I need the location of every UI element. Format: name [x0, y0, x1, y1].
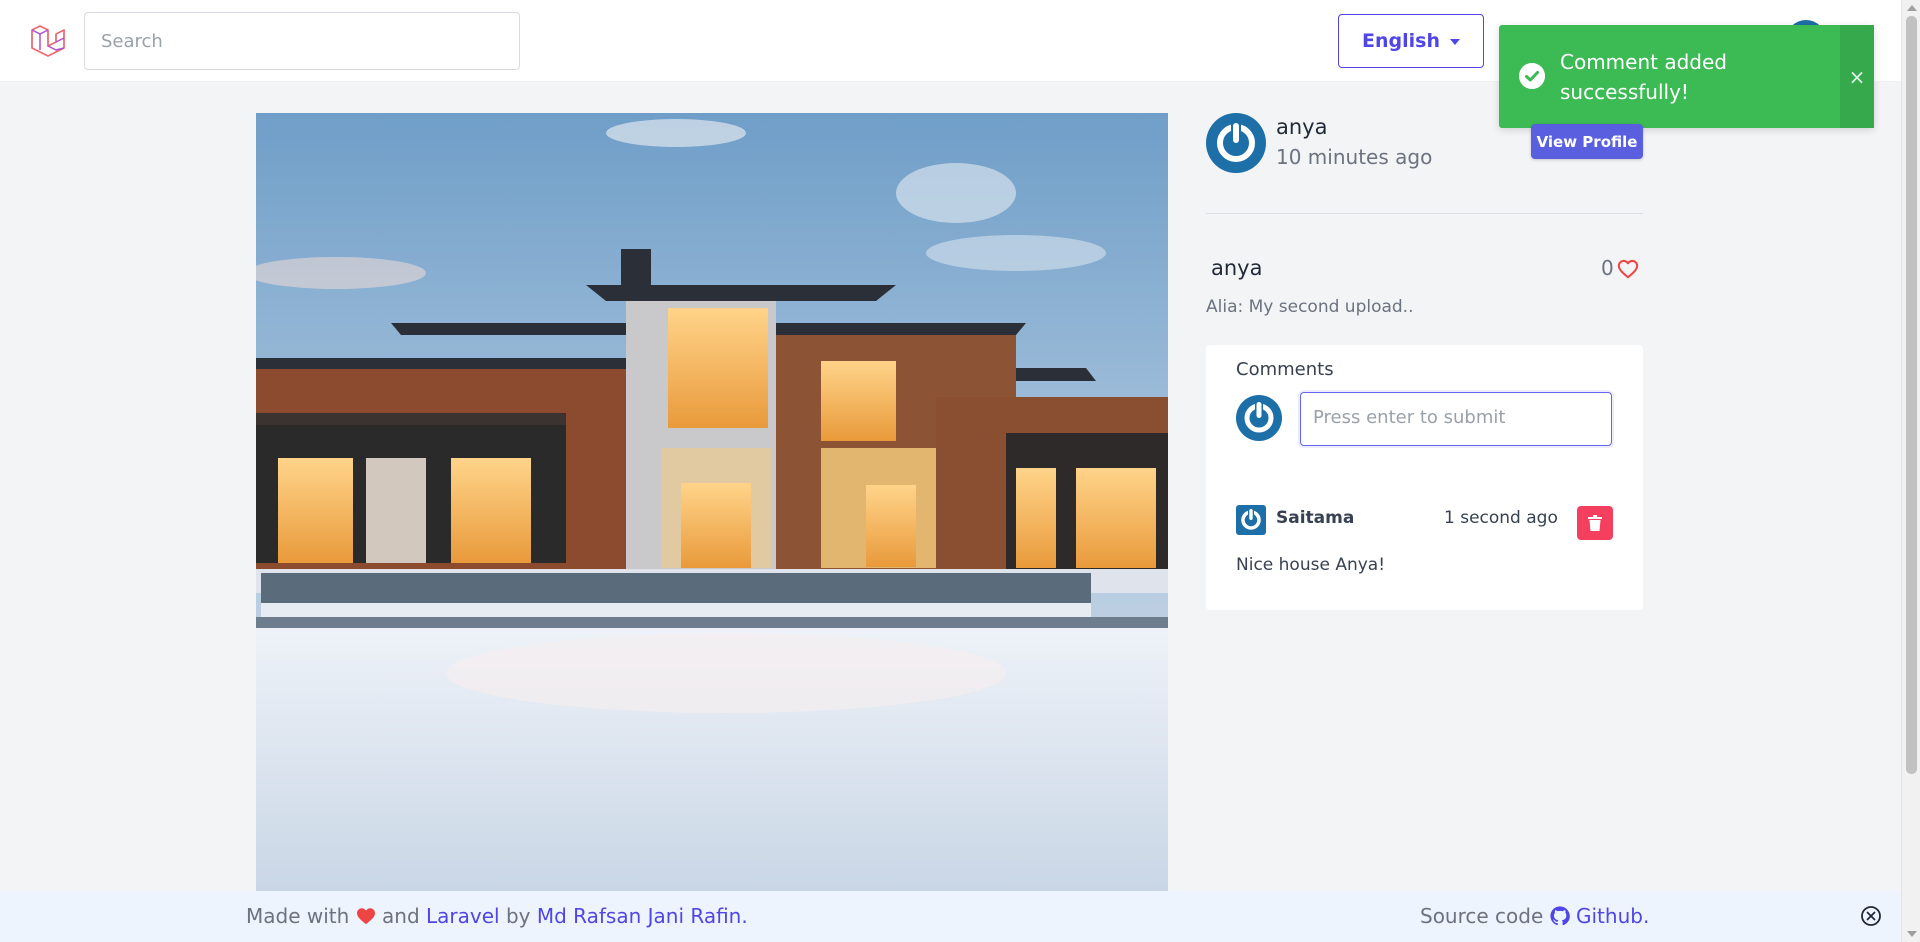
github-link[interactable]: Github.	[1576, 904, 1649, 928]
heart-icon	[356, 908, 375, 925]
author-name[interactable]: anya	[1276, 115, 1327, 139]
footer-made-with: Made with	[246, 904, 350, 928]
post-time: 10 minutes ago	[1276, 145, 1433, 169]
page-scrollbar[interactable]	[1901, 0, 1920, 942]
language-label: English	[1362, 30, 1440, 52]
heart-outline-icon[interactable]	[1617, 258, 1639, 280]
scroll-down-icon[interactable]	[1907, 931, 1917, 937]
view-profile-button[interactable]: View Profile	[1531, 124, 1643, 159]
comment-time: 1 second ago	[1444, 508, 1558, 528]
footer-by: by	[505, 904, 531, 928]
post-image	[256, 113, 1168, 893]
author-link[interactable]: Md Rafsan Jani Rafin.	[537, 904, 748, 928]
post-title: anya	[1211, 256, 1263, 280]
github-icon	[1550, 906, 1570, 926]
close-circle-icon[interactable]	[1860, 905, 1882, 927]
footer-credits: Made with and Laravel by Md Rafsan Jani …	[246, 904, 748, 928]
footer: Made with and Laravel by Md Rafsan Jani …	[0, 891, 1901, 942]
footer-source: Source code Github.	[1420, 904, 1649, 928]
delete-comment-button[interactable]	[1577, 506, 1613, 540]
commenter-avatar[interactable]	[1236, 505, 1266, 535]
success-toast: Comment added successfully! ×	[1499, 25, 1874, 128]
comment-input[interactable]	[1300, 392, 1612, 446]
author-avatar[interactable]	[1206, 113, 1266, 173]
comments-title: Comments	[1236, 359, 1334, 380]
laravel-logo-icon[interactable]	[28, 22, 68, 62]
like-count: 0	[1601, 256, 1614, 280]
footer-and: and	[382, 904, 420, 928]
language-dropdown-button[interactable]: English	[1338, 14, 1484, 68]
scroll-up-icon[interactable]	[1907, 5, 1917, 11]
comments-card: Comments Saitama 1 second ago Nice house…	[1206, 345, 1643, 610]
scrollbar-thumb[interactable]	[1906, 16, 1917, 774]
chevron-down-icon	[1449, 39, 1460, 45]
post-caption: Alia: My second upload..	[1206, 297, 1414, 317]
toast-message: Comment added successfully!	[1560, 50, 1727, 104]
comment-author[interactable]: Saitama	[1276, 508, 1354, 528]
comment-text: Nice house Anya!	[1236, 555, 1386, 575]
check-circle-icon	[1519, 63, 1545, 89]
trash-icon	[1588, 515, 1602, 531]
laravel-link[interactable]: Laravel	[426, 904, 500, 928]
current-user-avatar	[1236, 395, 1282, 441]
search-input[interactable]	[84, 12, 520, 70]
footer-source-label: Source code	[1420, 904, 1544, 928]
close-icon[interactable]: ×	[1840, 25, 1874, 128]
divider	[1206, 213, 1643, 214]
